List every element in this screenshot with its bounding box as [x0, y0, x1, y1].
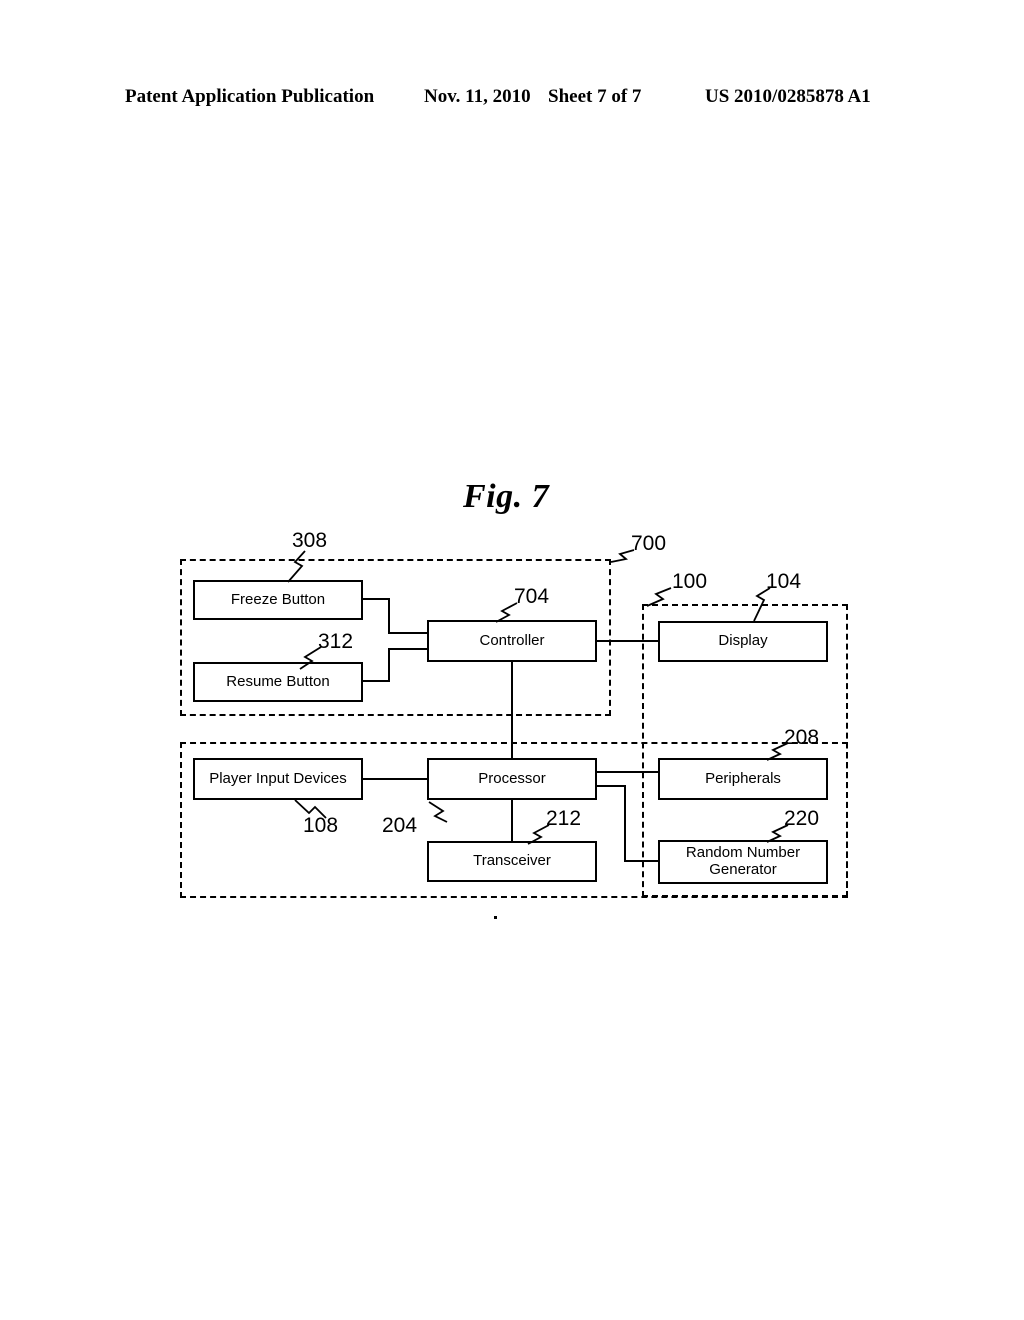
node-freeze-button-label: Freeze Button: [230, 590, 326, 608]
leader-line-312: [299, 646, 322, 670]
figure-title: Fig. 7: [463, 478, 550, 515]
wire-freeze-out: [363, 598, 390, 600]
node-processor[interactable]: Processor: [427, 758, 597, 800]
node-display[interactable]: Display: [658, 621, 828, 662]
leader-line-100: [646, 587, 672, 607]
node-transceiver-label: Transceiver: [473, 852, 551, 870]
wire-resume-to-ctrl: [388, 648, 429, 650]
wire-controller-processor: [511, 662, 513, 759]
leader-line-108: [294, 799, 327, 819]
leader-line-704: [495, 602, 518, 623]
ref-label-204: 204: [382, 814, 418, 837]
node-player-input-devices[interactable]: Player Input Devices: [193, 758, 363, 800]
wire-processor-rng-in: [624, 860, 658, 862]
leader-line-104: [753, 587, 771, 622]
node-peripherals-label: Peripherals: [705, 769, 781, 787]
leader-line-204: [428, 801, 448, 823]
node-peripherals[interactable]: Peripherals: [658, 758, 828, 800]
node-transceiver[interactable]: Transceiver: [427, 841, 597, 882]
node-controller-label: Controller: [479, 631, 545, 649]
node-player-input-devices-label: Player Input Devices: [209, 769, 347, 787]
node-random-number-generator-label: Random Number Generator: [685, 844, 801, 879]
node-processor-label: Processor: [478, 769, 546, 787]
leader-line-220: [766, 824, 789, 843]
wire-resume-out: [363, 680, 390, 682]
page-speck: [494, 916, 497, 919]
node-freeze-button[interactable]: Freeze Button: [193, 580, 363, 620]
node-controller[interactable]: Controller: [427, 620, 597, 662]
wire-processor-rng-top: [597, 785, 626, 787]
wire-freeze-drop: [388, 598, 390, 634]
wire-processor-rng-drop: [624, 785, 626, 862]
wire-processor-peripherals: [597, 771, 658, 773]
ref-label-308: 308: [292, 529, 328, 552]
ref-label-100: 100: [672, 570, 708, 593]
rng-label-line-1: Random Number: [685, 844, 801, 862]
wire-player-processor: [363, 778, 428, 780]
leader-line-700: [610, 549, 635, 563]
leader-line-212: [527, 824, 550, 845]
figure-7-diagram: Fig. 7 Freeze Button Resume Button Contr…: [0, 0, 1024, 1320]
wire-resume-rise: [388, 648, 390, 682]
wire-processor-transceiver: [511, 800, 513, 842]
node-display-label: Display: [718, 632, 768, 650]
wire-freeze-to-ctrl: [388, 632, 429, 634]
leader-line-308: [287, 550, 306, 583]
node-random-number-generator[interactable]: Random Number Generator: [658, 840, 828, 884]
node-resume-button[interactable]: Resume Button: [193, 662, 363, 702]
leader-line-208: [766, 742, 789, 761]
wire-controller-display: [597, 640, 658, 642]
node-resume-button-label: Resume Button: [226, 672, 330, 690]
rng-label-line-2: Generator: [709, 861, 777, 878]
